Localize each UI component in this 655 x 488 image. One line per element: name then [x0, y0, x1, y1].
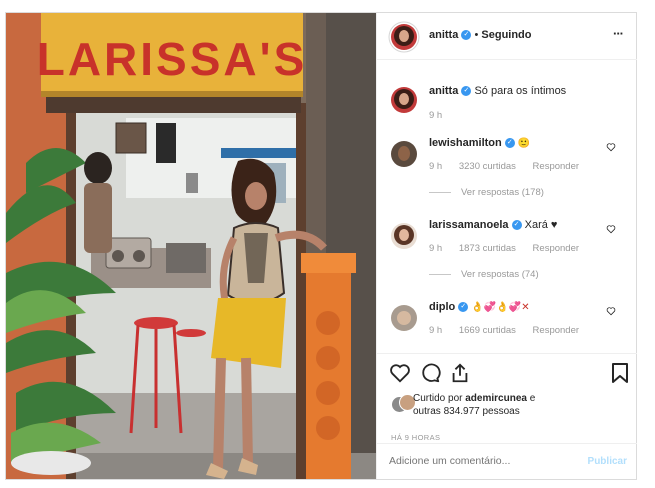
post-actions: Curtido por ademircunea e outras 834.977…	[377, 353, 637, 444]
post-card: LARISSA'S anitta ✓ • Seguindo ··· anitta…	[5, 12, 637, 480]
more-options-icon[interactable]: ···	[613, 26, 624, 41]
verified-badge-icon: ✓	[511, 220, 522, 231]
comment-text: Xará ♥	[524, 219, 558, 231]
comment-username[interactable]: diplo	[429, 301, 455, 313]
reply-button[interactable]: Responder	[533, 161, 579, 172]
replies-line	[429, 191, 451, 193]
caption-text: Só para os íntimos	[474, 85, 567, 97]
comment-bubble-icon[interactable]	[419, 362, 441, 384]
comment-avatar[interactable]	[391, 223, 417, 249]
header-username[interactable]: anitta	[429, 29, 458, 41]
replies-line	[429, 273, 451, 275]
post-photo[interactable]: LARISSA'S	[6, 13, 376, 479]
comment-meta: 9 h 1873 curtidas Responder	[429, 243, 593, 254]
comment: lewishamilton ✓ 🙂	[429, 137, 530, 149]
comment: larissamanoela ✓ Xará ♥	[429, 219, 557, 231]
comment-meta: 9 h 3230 curtidas Responder	[429, 161, 593, 172]
comment-like-heart-icon[interactable]	[606, 142, 616, 152]
caption: anitta ✓ Só para os íntimos	[429, 85, 566, 97]
caption-time[interactable]: 9 h	[429, 110, 442, 121]
post-details-panel: anitta ✓ • Seguindo ··· anitta ✓ Só para…	[376, 13, 637, 479]
comment-time[interactable]: 9 h	[429, 243, 442, 254]
header-separator: •	[474, 29, 479, 41]
comment: diplo ✓ 👌💞👌💞✕	[429, 301, 530, 313]
reply-button[interactable]: Responder	[533, 243, 579, 254]
comment-username[interactable]: lewishamilton	[429, 137, 502, 149]
comment-time[interactable]: 9 h	[429, 161, 442, 172]
verified-badge-icon: ✓	[461, 30, 472, 41]
liked-by-others[interactable]: outras 834.977 pessoas	[413, 406, 520, 417]
comment-text: 👌💞👌💞✕	[471, 302, 530, 313]
liked-by-text: Curtido por ademircunea e outras 834.977…	[413, 392, 535, 418]
liked-by-user[interactable]: ademircunea	[465, 393, 527, 404]
verified-badge-icon: ✓	[504, 138, 515, 149]
comment-avatar[interactable]	[391, 305, 417, 331]
header-user-line: anitta ✓ • Seguindo	[429, 29, 532, 41]
view-replies[interactable]: Ver respostas (178)	[429, 187, 544, 198]
sign-text: LARISSA'S	[37, 33, 308, 85]
post-header: anitta ✓ • Seguindo ···	[377, 13, 637, 60]
post-timestamp[interactable]: HÁ 9 HORAS	[391, 433, 440, 442]
verified-badge-icon: ✓	[458, 302, 469, 313]
comment-likes[interactable]: 1669 curtidas	[459, 325, 516, 336]
like-heart-icon[interactable]	[389, 362, 411, 384]
add-comment-bar: Publicar	[377, 443, 637, 480]
view-replies-label: Ver respostas (178)	[461, 187, 544, 198]
comment-input[interactable]	[389, 452, 569, 470]
liked-by-avatars	[391, 394, 416, 416]
comment-like-heart-icon[interactable]	[606, 306, 616, 316]
reply-button[interactable]: Responder	[533, 325, 579, 336]
caption-username[interactable]: anitta	[429, 85, 458, 97]
comment-meta: 9 h 1669 curtidas Responder	[429, 325, 593, 336]
comment-likes[interactable]: 3230 curtidas	[459, 161, 516, 172]
comment-likes[interactable]: 1873 curtidas	[459, 243, 516, 254]
verified-badge-icon: ✓	[461, 86, 472, 97]
share-icon[interactable]	[449, 362, 471, 384]
comment-text: 🙂	[517, 138, 531, 149]
caption-avatar[interactable]	[391, 87, 417, 113]
liked-by-prefix: Curtido por	[413, 393, 463, 404]
view-replies-label: Ver respostas (74)	[461, 269, 539, 280]
comment-time[interactable]: 9 h	[429, 325, 442, 336]
publish-button[interactable]: Publicar	[588, 456, 627, 467]
follow-status[interactable]: Seguindo	[481, 29, 531, 41]
bookmark-icon[interactable]	[611, 362, 629, 384]
view-replies[interactable]: Ver respostas (74)	[429, 269, 539, 280]
comment-like-heart-icon[interactable]	[606, 224, 616, 234]
comment-avatar[interactable]	[391, 141, 417, 167]
avatar[interactable]	[391, 24, 417, 50]
liked-by-conj: e	[529, 393, 536, 404]
comment-username[interactable]: larissamanoela	[429, 219, 509, 231]
photo-illustration: LARISSA'S	[6, 13, 376, 479]
